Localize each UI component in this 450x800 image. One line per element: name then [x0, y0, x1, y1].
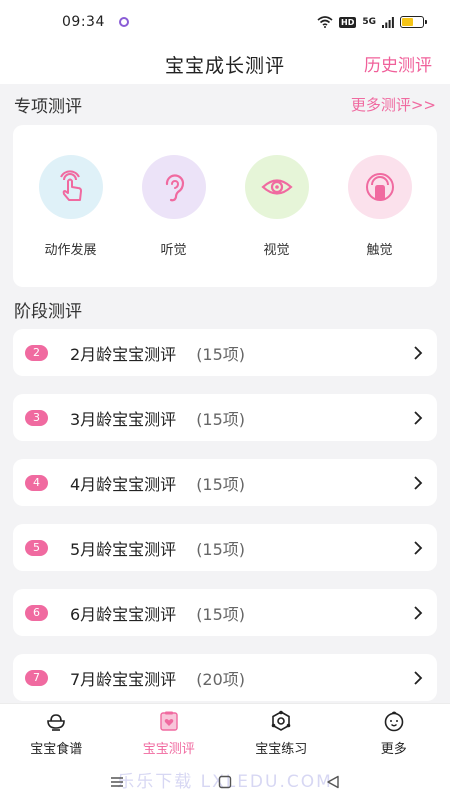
- tab-label: 宝宝测评: [142, 742, 195, 757]
- special-item-motor[interactable]: 动作发展: [26, 155, 116, 287]
- stage-count: (15项): [196, 604, 246, 624]
- stage-name: 2月龄宝宝测评: [70, 344, 177, 364]
- stage-row[interactable]: 6 6月龄宝宝测评 (15项): [13, 589, 437, 636]
- stage-list: 2 2月龄宝宝测评 (15项) 3 3月龄宝宝测评 (15项) 4 4月龄宝宝测…: [13, 329, 437, 719]
- stage-row[interactable]: 2 2月龄宝宝测评 (15项): [13, 329, 437, 376]
- stage-number-badge: 3: [25, 409, 48, 426]
- ear-icon: [141, 155, 206, 219]
- stage-count: (20项): [196, 669, 246, 689]
- menu-icon[interactable]: [109, 774, 125, 790]
- tab-label: 宝宝食谱: [30, 742, 83, 757]
- stage-row[interactable]: 3 3月龄宝宝测评 (15项): [13, 394, 437, 441]
- stage-name: 5月龄宝宝测评: [70, 539, 177, 559]
- chevron-right-icon: [414, 670, 423, 685]
- bottom-tab-bar: 宝宝食谱 宝宝测评 宝宝练习 更多: [0, 703, 450, 763]
- special-assessment-card: 动作发展 听觉 视觉 触觉: [13, 125, 437, 287]
- page-title: 宝宝成长测评: [164, 54, 285, 77]
- baby-face-icon: [384, 711, 404, 732]
- tab-recipes[interactable]: 宝宝食谱: [0, 704, 113, 763]
- tab-label: 更多: [380, 742, 407, 757]
- eye-icon: [244, 155, 309, 219]
- special-item-touch[interactable]: 触觉: [335, 155, 425, 287]
- special-item-label: 动作发展: [44, 243, 97, 258]
- tab-more[interactable]: 更多: [338, 704, 450, 763]
- touch-icon: [347, 155, 412, 219]
- notification-dot-icon: [118, 17, 129, 27]
- chevron-right-icon: [414, 410, 423, 425]
- stage-count: (15项): [196, 539, 246, 559]
- stage-count: (15项): [196, 474, 246, 494]
- stage-section-header: 阶段测评: [0, 297, 450, 322]
- stage-row[interactable]: 7 7月龄宝宝测评 (20项): [13, 654, 437, 701]
- stage-number-badge: 6: [25, 604, 48, 621]
- chevron-right-icon: [414, 540, 423, 555]
- hand-tap-icon: [38, 155, 103, 219]
- stage-row[interactable]: 5 5月龄宝宝测评 (15项): [13, 524, 437, 571]
- nav-bar: 宝宝成长测评 历史测评: [0, 44, 450, 84]
- status-bar: 09:34 HD 5G: [0, 0, 450, 44]
- special-item-label: 视觉: [263, 243, 290, 258]
- chevron-right-icon: [414, 605, 423, 620]
- special-section-header: 专项测评 更多测评>>: [0, 92, 450, 117]
- back-triangle-icon[interactable]: [325, 774, 341, 790]
- special-item-vision[interactable]: 视觉: [232, 155, 322, 287]
- stage-name: 6月龄宝宝测评: [70, 604, 177, 624]
- signal-label: 5G: [362, 17, 376, 27]
- special-item-label: 触觉: [366, 243, 393, 258]
- stage-number-badge: 2: [25, 344, 48, 361]
- home-square-icon[interactable]: [217, 774, 233, 790]
- stage-number-badge: 5: [25, 539, 48, 556]
- chevron-right-icon: [414, 345, 423, 360]
- signal-bars-icon: [382, 16, 394, 28]
- stage-count: (15项): [196, 409, 246, 429]
- wifi-icon: [317, 16, 333, 28]
- more-assessments-link[interactable]: 更多测评>>: [351, 94, 436, 115]
- hd-badge: HD: [339, 16, 357, 28]
- history-button[interactable]: 历史测评: [364, 51, 432, 76]
- special-item-hearing[interactable]: 听觉: [129, 155, 219, 287]
- system-nav-bar: 乐乐下载 LXLEDU.COM: [0, 763, 450, 800]
- tab-assessment[interactable]: 宝宝测评: [113, 704, 226, 763]
- tab-practice[interactable]: 宝宝练习: [225, 704, 338, 763]
- stage-number-badge: 4: [25, 474, 48, 491]
- tab-label: 宝宝练习: [255, 742, 308, 757]
- status-icons: HD 5G: [317, 16, 427, 28]
- hexagon-practice-icon: [271, 710, 291, 731]
- stage-number-badge: 7: [25, 669, 48, 686]
- stage-count: (15项): [196, 344, 246, 364]
- status-time: 09:34: [62, 14, 105, 30]
- special-section-title: 专项测评: [14, 96, 82, 117]
- stage-section-title: 阶段测评: [14, 301, 82, 322]
- special-item-label: 听觉: [160, 243, 187, 258]
- battery-icon: [400, 16, 427, 28]
- bowl-icon: [47, 714, 66, 731]
- stage-name: 7月龄宝宝测评: [70, 669, 177, 689]
- stage-row[interactable]: 4 4月龄宝宝测评 (15项): [13, 459, 437, 506]
- stage-name: 4月龄宝宝测评: [70, 474, 177, 494]
- chevron-right-icon: [414, 475, 423, 490]
- clipboard-heart-icon: [160, 711, 178, 731]
- stage-name: 3月龄宝宝测评: [70, 409, 177, 429]
